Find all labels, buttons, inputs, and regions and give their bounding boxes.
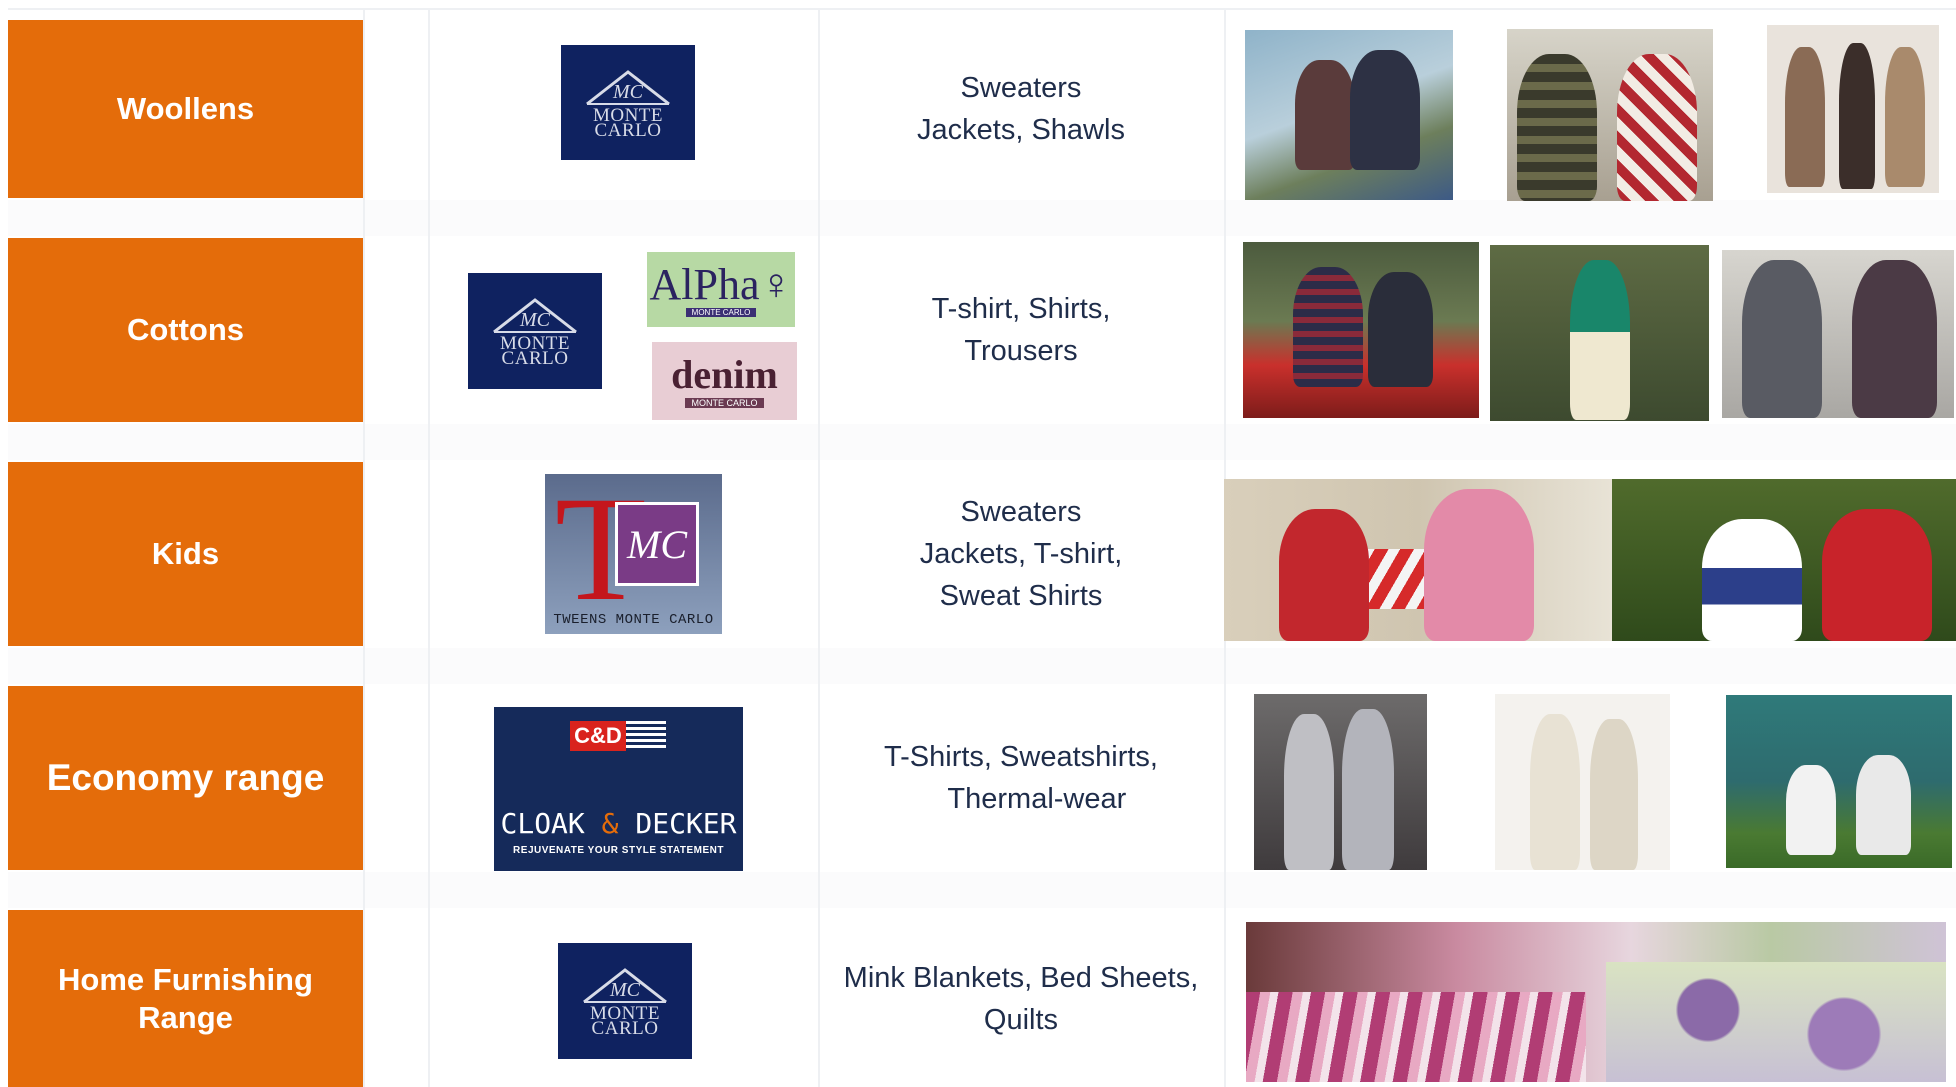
woollens-photo-shawls [1767,25,1939,193]
economy-photo-white-thermal [1495,694,1670,870]
alpha-wordmark: AlPha [649,260,760,309]
products-woollens: Sweaters Jackets, Shawls [917,72,1125,146]
tweens-monte-carlo-logo: T MC TWEENS MONTE CARLO [545,474,722,634]
alpha-tag: MONTE CARLO [685,308,757,317]
grid-line [8,8,1956,10]
category-woollens: Woollens [8,20,363,198]
grid-line [428,8,430,1087]
monte-carlo-logo: MC MONTE CARLO [468,273,602,389]
row-spacer [8,648,1956,684]
category-cottons: Cottons [8,238,363,422]
products-kids: Sweaters Jackets, T-shirt, Sweat Shirts [919,496,1123,612]
mountain-mc-icon: MC [583,968,667,1004]
kids-photo-pair [1224,479,1612,641]
mc-monogram-icon: MC [615,502,699,586]
monte-carlo-wordmark: MONTE CARLO [589,1003,661,1039]
economy-photo-thermal-couple [1254,694,1427,870]
row-spacer [8,200,1956,236]
cottons-photo-shirts [1722,250,1954,418]
grid-line [363,8,365,1087]
alpha-logo: AlPha♀ MONTE CARLO [647,252,795,327]
row-spacer [8,424,1956,460]
female-symbol-icon: ♀ [759,260,793,309]
mountain-mc-icon: MC [493,298,577,334]
economy-photo-camping [1726,695,1952,868]
monte-carlo-logo: MC MONTE CARLO [561,45,695,160]
category-kids: Kids [8,462,363,646]
products-home-furnishing: Mink Blankets, Bed Sheets, Quilts [843,961,1199,1036]
cloak-decker-wordmark: CLOAK & DECKER [500,807,737,840]
cloak-decker-logo: C&D CLOAK & DECKER REJUVENATE YOUR STYLE… [494,707,743,871]
svg-text:MC: MC [612,81,644,103]
woollens-photo-couple [1245,30,1453,200]
svg-text:MC: MC [519,309,551,331]
monte-carlo-wordmark: MONTE CARLO [592,104,664,141]
tweens-wordmark: TWEENS MONTE CARLO [553,612,714,628]
cottons-photo-woman [1490,245,1709,421]
cd-badge: C&D [570,721,626,751]
row-spacer [8,872,1956,908]
cloak-decker-slogan: REJUVENATE YOUR STYLE STATEMENT [513,845,724,856]
monte-carlo-logo: MC MONTE CARLO [558,943,692,1059]
cottons-photo-car [1243,242,1479,418]
products-cottons: T-shirt, Shirts, Trousers [931,293,1111,367]
category-home-furnishing-range: Home Furnishing Range [8,910,363,1087]
svg-text:MC: MC [609,979,641,1001]
flag-stripes-icon [626,721,666,751]
monte-carlo-wordmark: MONTE CARLO [499,333,571,369]
mountain-mc-icon: MC [586,69,670,105]
denim-logo: denim MONTE CARLO [652,342,797,420]
home-furnishing-photo-bedding [1246,922,1946,1082]
denim-wordmark: denim [671,352,778,397]
kids-photo-boys [1612,479,1956,641]
woollens-photo-pair [1507,29,1713,201]
denim-tag: MONTE CARLO [685,398,764,408]
products-economy-range: T-Shirts, Sweatshirts, Thermal-wear [884,741,1158,815]
category-economy-range: Economy range [8,686,363,870]
